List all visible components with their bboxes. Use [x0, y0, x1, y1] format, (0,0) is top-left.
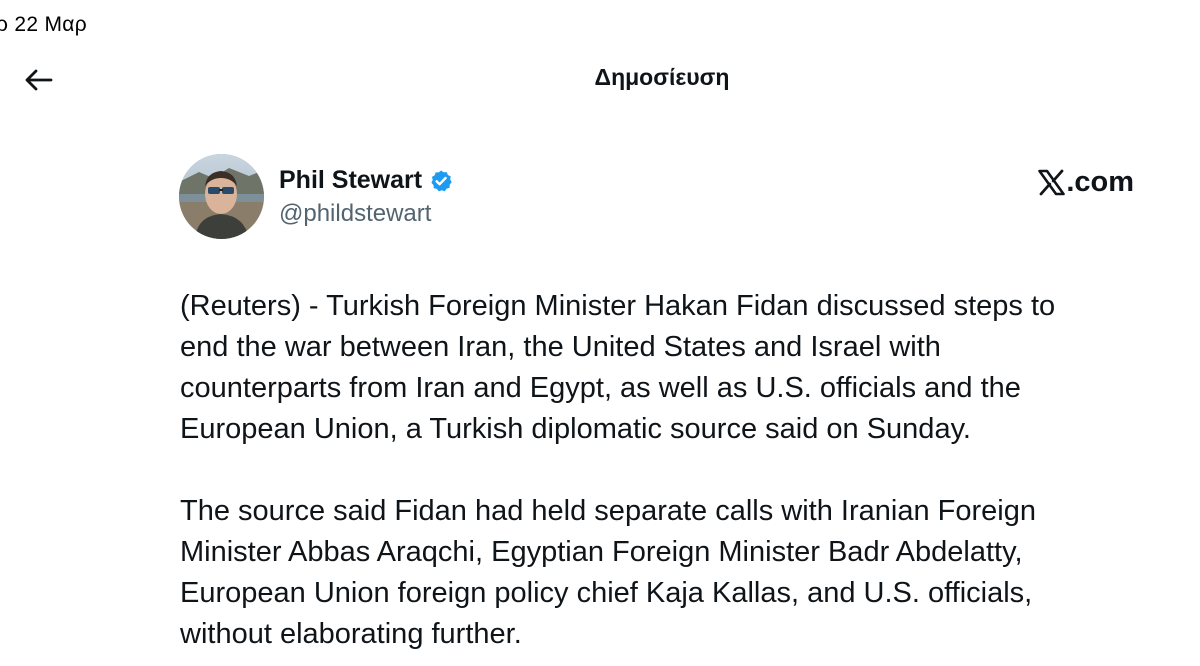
x-logo-icon [1038, 169, 1066, 196]
source-logo: .com [1038, 166, 1134, 199]
author-name: Phil Stewart [279, 166, 423, 194]
post-paragraph: (Reuters) - Turkish Foreign Minister Hak… [180, 290, 1056, 445]
back-button[interactable] [18, 60, 58, 100]
author-name-row[interactable]: Phil Stewart [279, 166, 453, 195]
arrow-left-icon [23, 68, 53, 92]
page-title: Δημοσίευση [594, 64, 730, 90]
page-title-container: Δημοσίευση [0, 64, 1200, 91]
post-body: (Reuters) - Turkish Foreign Minister Hak… [180, 286, 1140, 655]
source-logo-label: .com [1066, 166, 1134, 198]
avatar[interactable] [179, 154, 264, 239]
verified-badge-icon [429, 169, 453, 193]
profile-photo [179, 154, 264, 239]
post-paragraph: The source said Fidan had held separate … [180, 495, 1036, 650]
status-bar-date: ρ 22 Μαρ [0, 13, 87, 36]
author-handle[interactable]: @phildstewart [279, 200, 431, 228]
